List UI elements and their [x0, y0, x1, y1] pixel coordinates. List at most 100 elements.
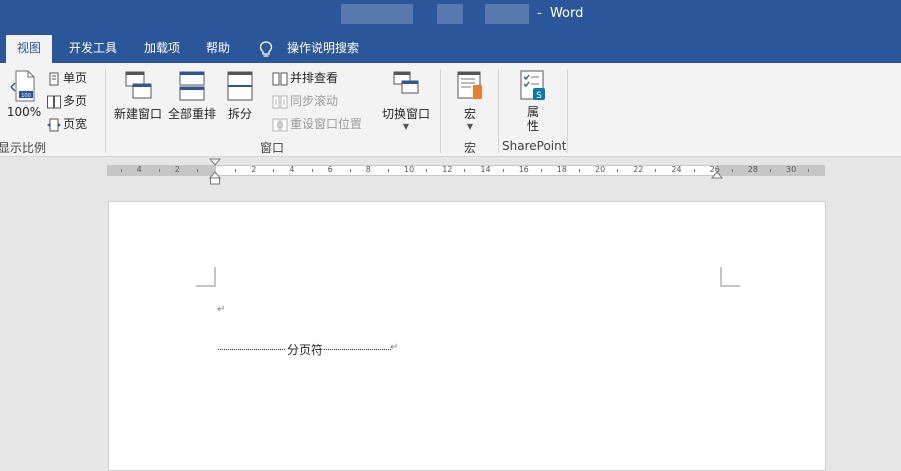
- group-separator: [567, 69, 568, 153]
- macros-icon: [457, 71, 482, 99]
- view-side-by-side-button[interactable]: 并排查看: [272, 68, 338, 88]
- crop-mark-top-left: [196, 267, 216, 287]
- lightbulb-icon: [259, 41, 273, 57]
- sharepoint-properties-icon: S: [520, 70, 545, 101]
- group-separator: [105, 69, 106, 153]
- ruler-tick-label: 28: [747, 165, 758, 174]
- ruler-tick-label: 24: [671, 165, 682, 174]
- zoom-group-label: 显示比例: [0, 141, 47, 155]
- macros-group-label: 宏: [464, 141, 477, 155]
- tab-help[interactable]: 帮助: [198, 35, 238, 63]
- ruler-tick-mark: [349, 169, 351, 172]
- switch-windows-label: 切换窗口: [381, 107, 430, 121]
- document-page[interactable]: ↵ 分页符 ↵: [108, 201, 826, 471]
- split-button[interactable]: 拆分: [222, 69, 258, 122]
- ruler-tick-label: 2: [251, 165, 257, 174]
- ruler-tick-mark: [464, 169, 466, 172]
- ruler-tick-mark: [617, 169, 619, 172]
- sharepoint-group-label: SharePoint: [502, 139, 567, 153]
- window-group-label: 窗口: [260, 141, 285, 155]
- reset-position-label: 重设窗口位置: [290, 117, 363, 131]
- reset-window-position-button[interactable]: 重设窗口位置: [272, 114, 362, 134]
- page-width-button[interactable]: 页宽: [47, 114, 87, 134]
- ruler-tick-mark: [311, 169, 313, 172]
- properties-label-line1: 属: [526, 105, 539, 119]
- new-window-label: 新建窗口: [113, 107, 162, 121]
- ruler-tick-label: 22: [633, 165, 644, 174]
- single-page-button[interactable]: 单页: [47, 68, 87, 88]
- ruler-tick-mark: [158, 169, 160, 172]
- arrange-all-icon: [179, 71, 205, 101]
- single-page-icon: [49, 72, 59, 85]
- macros-label: 宏: [463, 107, 476, 121]
- macros-button[interactable]: 宏 ▼: [450, 69, 490, 132]
- new-window-icon: [125, 71, 152, 99]
- switch-windows-button[interactable]: 切换窗口 ▼: [378, 69, 434, 132]
- title-bar: - Word: [0, 0, 901, 30]
- paragraph-mark: ↵: [390, 342, 399, 353]
- tab-developer[interactable]: 开发工具: [62, 35, 124, 63]
- chevron-down-icon: ▼: [466, 122, 474, 131]
- ruler-tick-mark: [578, 169, 580, 172]
- indent-markers[interactable]: [209, 158, 221, 185]
- ruler-tick-label: 2: [174, 165, 180, 174]
- properties-button[interactable]: S 属 性: [512, 69, 554, 133]
- switch-windows-icon: [393, 71, 419, 94]
- tab-add-ins[interactable]: 加载项: [136, 35, 188, 63]
- ruler-tick-label: 6: [327, 165, 333, 174]
- ruler-tick-label: 30: [786, 165, 797, 174]
- ruler-left-margin: [108, 166, 216, 175]
- ribbon-tabs: 视图 开发工具 加载项 帮助 操作说明搜索: [0, 30, 901, 63]
- ruler-tick-mark: [387, 169, 389, 172]
- group-separator: [440, 69, 441, 153]
- ruler-tick-label: 18: [556, 165, 567, 174]
- ruler-tick-label: 4: [136, 165, 142, 174]
- ruler-tick-label: 10: [404, 165, 415, 174]
- group-separator: [498, 69, 499, 153]
- ruler-tick-label: 20: [595, 165, 606, 174]
- arrange-all-label: 全部重排: [167, 107, 216, 121]
- multiple-pages-icon: [47, 95, 61, 108]
- split-icon: [227, 71, 253, 101]
- paragraph-mark: ↵: [217, 304, 226, 315]
- ruler-tick-mark: [273, 169, 275, 172]
- sync-scroll-label: 同步滚动: [290, 94, 339, 108]
- blurred-document-name: [485, 4, 529, 24]
- single-page-label: 单页: [63, 71, 88, 85]
- ruler-tick-mark: [769, 169, 771, 172]
- ruler-area: 4 2 2 4 6 8 10 12 14 16 18 20 22 24 26 28 30: [0, 157, 901, 185]
- ruler-tick-label: 8: [365, 165, 371, 174]
- ruler-tick-label: 12: [442, 165, 453, 174]
- tab-view[interactable]: 视图: [6, 35, 52, 63]
- zoom-100-label: 100%: [6, 105, 42, 119]
- page-100-icon: 100: [10, 70, 35, 102]
- side-by-side-icon: [272, 72, 288, 85]
- ribbon: 100 100% 单页 多页 页宽 显示比例 新建窗口 全部重排 拆分 并排查看…: [0, 63, 901, 157]
- ruler-tick-mark: [693, 169, 695, 172]
- new-window-button[interactable]: 新建窗口: [112, 69, 164, 122]
- zoom-100-button[interactable]: 100 100%: [4, 69, 44, 119]
- ruler-tick-label: 14: [480, 165, 491, 174]
- tell-me-search[interactable]: 操作说明搜索: [280, 35, 366, 63]
- page-break-dots-left: [218, 349, 285, 350]
- multiple-pages-button[interactable]: 多页: [47, 91, 87, 111]
- ruler-tick-label: 16: [518, 165, 529, 174]
- properties-label-line2: 性: [526, 119, 539, 133]
- svg-text:100: 100: [21, 93, 31, 99]
- window-title: - Word: [537, 6, 584, 21]
- ruler-tick-mark: [808, 169, 810, 172]
- ruler-tick-mark: [655, 169, 657, 172]
- multiple-pages-label: 多页: [63, 94, 88, 108]
- sync-scroll-icon: [272, 95, 288, 108]
- ruler-tick-mark: [540, 169, 542, 172]
- svg-text:S: S: [536, 91, 542, 101]
- ruler-tick-mark: [426, 169, 428, 172]
- synchronous-scrolling-button[interactable]: 同步滚动: [272, 91, 338, 111]
- page-break[interactable]: 分页符: [218, 341, 394, 357]
- page-width-icon: [47, 118, 61, 131]
- page-width-label: 页宽: [63, 117, 88, 131]
- reset-position-icon: [272, 118, 288, 131]
- arrange-all-button[interactable]: 全部重排: [166, 69, 218, 122]
- ruler-tick-mark: [196, 169, 198, 172]
- right-indent-marker[interactable]: [711, 171, 723, 179]
